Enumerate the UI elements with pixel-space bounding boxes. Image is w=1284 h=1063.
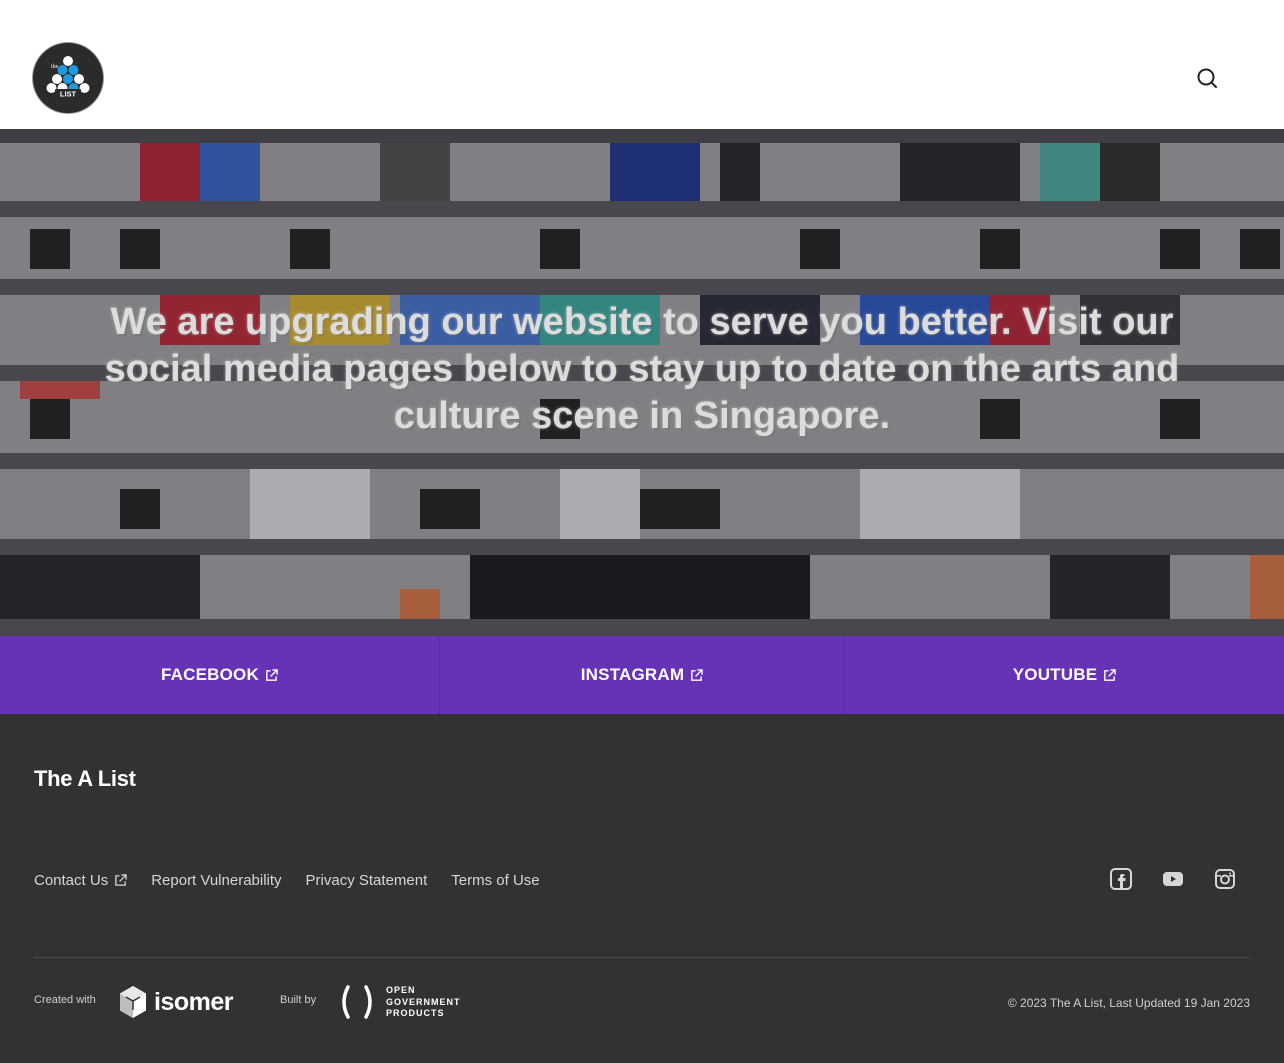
instagram-link[interactable]: INSTAGRAM — [439, 636, 844, 714]
external-link-icon — [1104, 668, 1117, 681]
footer-divider — [34, 957, 1250, 958]
instagram-icon[interactable] — [1214, 868, 1236, 890]
facebook-link-label: FACEBOOK — [161, 665, 259, 684]
privacy-statement-link[interactable]: Privacy Statement — [306, 872, 428, 889]
site-footer: The A List Contact Us Report Vulnerabili… — [0, 714, 1284, 1063]
ogp-logo[interactable]: OPEN GOVERNMENT PRODUCTS — [338, 985, 461, 1020]
report-vulnerability-link[interactable]: Report Vulnerability — [151, 872, 281, 889]
search-icon — [1197, 68, 1217, 88]
site-logo[interactable]: LIST the — [33, 43, 103, 113]
social-media-bar: FACEBOOK INSTAGRAM YOUTUBE — [0, 636, 1284, 714]
isomer-label: isomer — [154, 987, 233, 1016]
facebook-icon[interactable] — [1110, 868, 1132, 890]
a-list-logo-icon: LIST the — [34, 44, 102, 112]
external-link-icon — [691, 668, 704, 681]
youtube-icon[interactable] — [1162, 868, 1184, 890]
svg-text:the: the — [51, 64, 59, 70]
footer-links: Contact Us Report Vulnerability Privacy … — [34, 872, 540, 889]
instagram-link-label: INSTAGRAM — [580, 665, 685, 684]
hero-banner: We are upgrading our website to serve yo… — [0, 129, 1284, 636]
hero-message: We are upgrading our website to serve yo… — [104, 301, 1180, 437]
isomer-logo[interactable]: isomer — [118, 985, 233, 1019]
ogp-label: OPEN GOVERNMENT PRODUCTS — [386, 985, 461, 1018]
built-by-label: Built by — [280, 994, 317, 1006]
created-with-label: Created with — [34, 994, 96, 1006]
search-button[interactable] — [1195, 66, 1219, 90]
copyright-text: © 2023 The A List, Last Updated 19 Jan 2… — [1007, 996, 1250, 1010]
contact-us-label: Contact Us — [34, 872, 109, 889]
isomer-cube-icon — [120, 986, 146, 1018]
youtube-link-label: YOUTUBE — [1012, 665, 1098, 684]
footer-social-icons — [1110, 868, 1236, 890]
contact-us-link[interactable]: Contact Us — [34, 872, 127, 889]
external-link-icon — [266, 668, 278, 681]
footer-title: The A List — [34, 766, 136, 791]
external-link-icon — [115, 874, 127, 886]
youtube-link[interactable]: YOUTUBE — [844, 636, 1284, 714]
ogp-brackets-icon — [342, 985, 372, 1019]
facebook-link[interactable]: FACEBOOK — [0, 636, 439, 714]
terms-of-use-link[interactable]: Terms of Use — [451, 872, 539, 889]
site-header: LIST the — [0, 0, 1284, 129]
svg-text:LIST: LIST — [60, 90, 77, 99]
